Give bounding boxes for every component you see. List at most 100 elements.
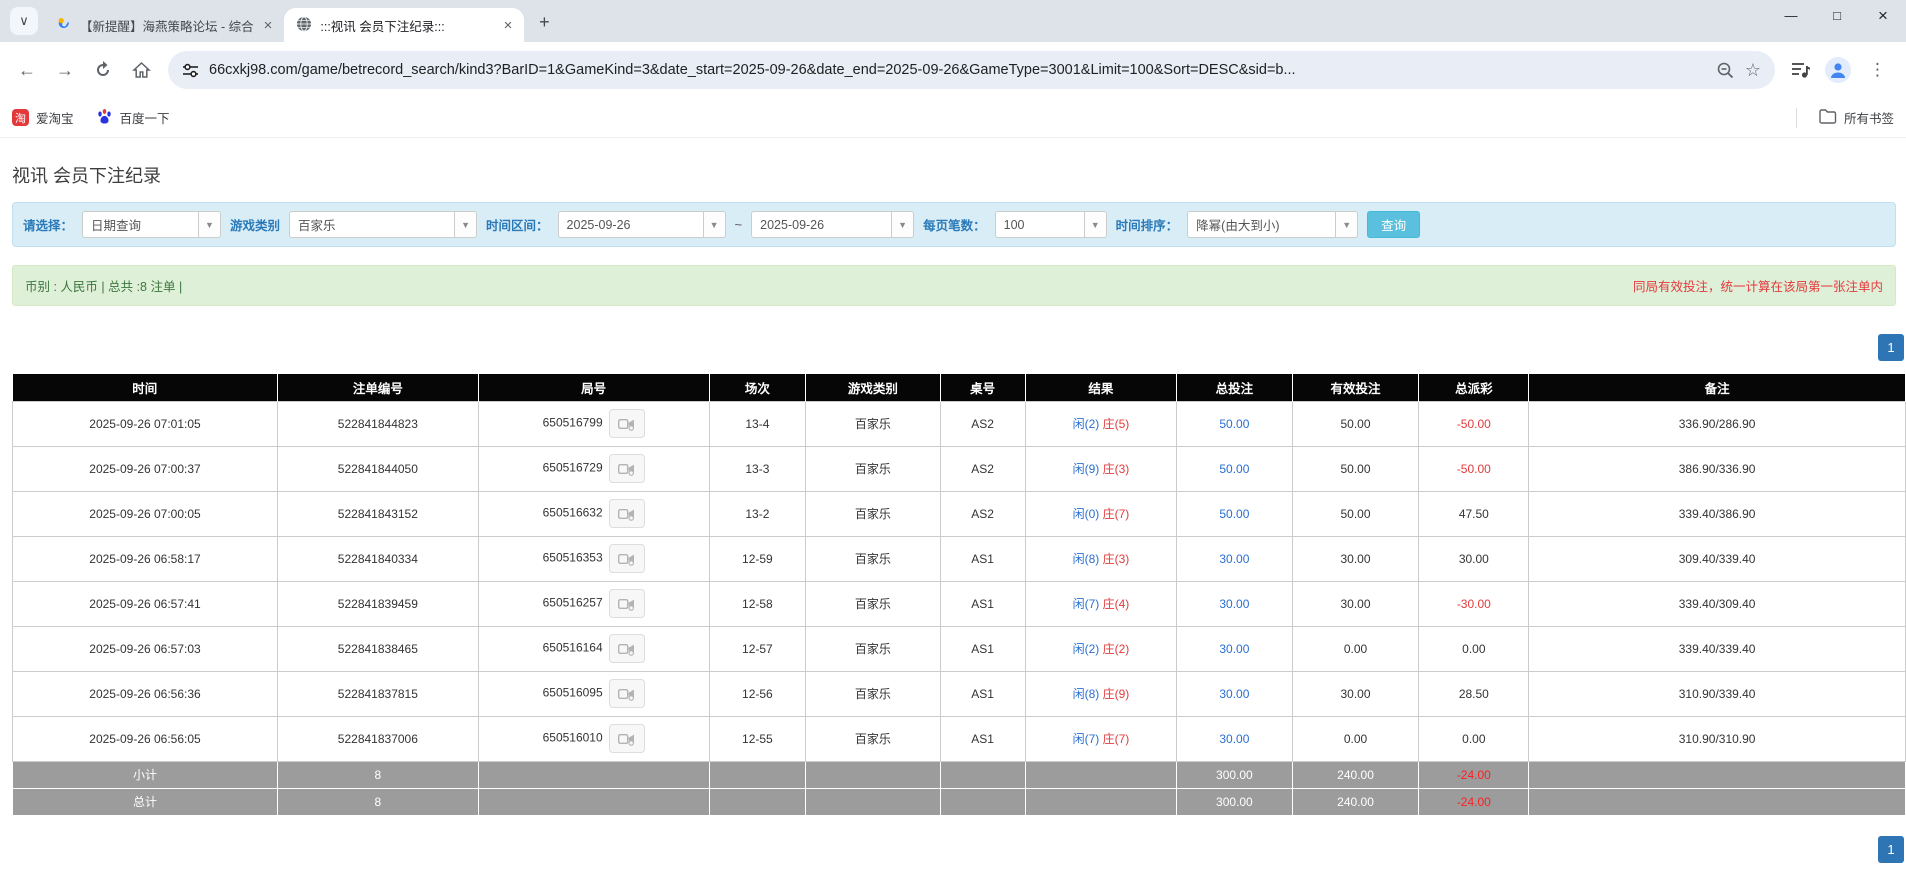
- cell-round-number: 650516257: [478, 581, 709, 626]
- bookmark-label: 百度一下: [120, 108, 170, 127]
- page-1-button[interactable]: 1: [1878, 334, 1904, 361]
- video-replay-button[interactable]: [609, 679, 645, 708]
- game-type-select[interactable]: 百家乐 ▼: [289, 211, 477, 238]
- cell-time: 2025-09-26 07:00:05: [13, 491, 278, 536]
- cell-payout: 47.50: [1419, 491, 1529, 536]
- url-bar[interactable]: 66cxkj98.com/game/betrecord_search/kind3…: [168, 51, 1775, 89]
- total-bet-link[interactable]: 30.00: [1219, 642, 1249, 656]
- date-start-select[interactable]: 2025-09-26 ▼: [558, 211, 726, 238]
- cell-time: 2025-09-26 06:57:41: [13, 581, 278, 626]
- cell-table-number: AS1: [940, 536, 1025, 581]
- cell-note: 309.40/339.40: [1529, 536, 1906, 581]
- bookmark-star-icon[interactable]: ☆: [1745, 60, 1761, 81]
- cell-bet-number: 522841838465: [278, 626, 479, 671]
- column-header-4: 场次: [709, 374, 806, 401]
- maximize-button[interactable]: □: [1814, 0, 1860, 34]
- video-replay-button[interactable]: [609, 634, 645, 663]
- total-bet-link[interactable]: 30.00: [1219, 687, 1249, 701]
- media-controls-icon[interactable]: [1791, 61, 1811, 79]
- sort-select[interactable]: 降幂(由大到小) ▼: [1187, 211, 1358, 238]
- page-size-label: 每页笔数：: [923, 215, 986, 234]
- subtotal-row: 小计8300.00240.00-24.00: [13, 761, 1906, 788]
- cell-total-bet: 30.00: [1177, 671, 1292, 716]
- table-header-row: 时间注单编号局号场次游戏类别桌号结果总投注有效投注总派彩备注: [13, 374, 1906, 401]
- tab-title: 【新提醒】海燕策略论坛 - 综合: [80, 16, 254, 35]
- total-bet-link[interactable]: 50.00: [1219, 462, 1249, 476]
- cell-session: 12-57: [709, 626, 806, 671]
- video-replay-button[interactable]: [609, 454, 645, 483]
- cell-table-number: AS1: [940, 716, 1025, 761]
- cell-note: 386.90/336.90: [1529, 446, 1906, 491]
- cell-result: 闲(7) 庄(7): [1025, 716, 1176, 761]
- total-bet-link[interactable]: 30.00: [1219, 597, 1249, 611]
- profile-avatar[interactable]: [1825, 57, 1851, 83]
- result-banker: 庄(5): [1103, 417, 1130, 431]
- browser-menu-icon[interactable]: ⋮: [1865, 60, 1890, 80]
- result-banker: 庄(7): [1103, 507, 1130, 521]
- home-button[interactable]: [124, 53, 158, 87]
- video-replay-button[interactable]: [609, 499, 645, 528]
- cell-result: 闲(2) 庄(2): [1025, 626, 1176, 671]
- cell-session: 13-2: [709, 491, 806, 536]
- video-replay-button[interactable]: [609, 409, 645, 438]
- tab-search-button[interactable]: ∨: [10, 7, 38, 35]
- globe-favicon-icon: [296, 16, 312, 35]
- date-end-select[interactable]: 2025-09-26 ▼: [751, 211, 914, 238]
- back-button[interactable]: ←: [10, 53, 44, 87]
- baidu-favicon-icon: [96, 108, 113, 128]
- cell-total-bet: 50.00: [1177, 401, 1292, 446]
- cell-valid-bet: 30.00: [1292, 536, 1419, 581]
- cell-result: 闲(2) 庄(5): [1025, 401, 1176, 446]
- cell-round-number: 650516632: [478, 491, 709, 536]
- reload-button[interactable]: [86, 53, 120, 87]
- table-row: 2025-09-26 07:01:05522841844823650516799…: [13, 401, 1906, 446]
- cell-total-bet: 30.00: [1177, 716, 1292, 761]
- new-tab-button[interactable]: +: [530, 8, 558, 36]
- tab-close-icon[interactable]: ×: [262, 17, 275, 34]
- total-bet-link[interactable]: 50.00: [1219, 417, 1249, 431]
- total-bet-link[interactable]: 30.00: [1219, 732, 1249, 746]
- table-row: 2025-09-26 06:57:41522841839459650516257…: [13, 581, 1906, 626]
- currency-summary: 币别 : 人民币 | 总共 :8 注单 |: [25, 276, 182, 295]
- result-banker: 庄(2): [1103, 642, 1130, 656]
- result-player: 闲(8): [1073, 552, 1100, 566]
- table-row: 2025-09-26 06:58:17522841840334650516353…: [13, 536, 1906, 581]
- cell-time: 2025-09-26 06:58:17: [13, 536, 278, 581]
- query-mode-select[interactable]: 日期查询 ▼: [82, 211, 221, 238]
- tab-bet-records[interactable]: :::视讯 会员下注纪录::: ×: [284, 8, 524, 42]
- forward-button[interactable]: →: [48, 53, 82, 87]
- video-replay-button[interactable]: [609, 544, 645, 573]
- tab-close-icon[interactable]: ×: [502, 17, 515, 34]
- page-1-button[interactable]: 1: [1878, 836, 1904, 863]
- cell-valid-bet: 50.00: [1292, 446, 1419, 491]
- bet-records-table: 时间注单编号局号场次游戏类别桌号结果总投注有效投注总派彩备注 2025-09-2…: [12, 374, 1906, 816]
- folder-icon: [1819, 109, 1837, 127]
- cell-payout: -50.00: [1419, 446, 1529, 491]
- filter-bar: 请选择： 日期查询 ▼ 游戏类别 百家乐 ▼ 时间区间： 2025-09-26 …: [12, 202, 1896, 247]
- total-bet-link[interactable]: 50.00: [1219, 507, 1249, 521]
- site-settings-icon[interactable]: [182, 62, 199, 79]
- video-replay-button[interactable]: [609, 724, 645, 753]
- bookmark-aitaobao[interactable]: 淘 爱淘宝: [12, 108, 74, 127]
- url-text[interactable]: 66cxkj98.com/game/betrecord_search/kind3…: [209, 62, 1706, 78]
- tab-strip: ∨ 【新提醒】海燕策略论坛 - 综合 × :::: [0, 0, 1906, 42]
- total-bet-link[interactable]: 30.00: [1219, 552, 1249, 566]
- chevron-down-icon: ▼: [198, 212, 220, 237]
- cell-bet-number: 522841844050: [278, 446, 479, 491]
- column-header-7: 结果: [1025, 374, 1176, 401]
- bookmark-baidu[interactable]: 百度一下: [96, 108, 170, 128]
- minimize-button[interactable]: —: [1768, 0, 1814, 34]
- zoom-out-icon[interactable]: [1716, 61, 1735, 80]
- cell-note: 339.40/386.90: [1529, 491, 1906, 536]
- search-button[interactable]: 查询: [1367, 211, 1420, 238]
- video-replay-button[interactable]: [609, 589, 645, 618]
- page-size-select[interactable]: 100 ▼: [995, 211, 1107, 238]
- result-player: 闲(7): [1073, 732, 1100, 746]
- cell-table-number: AS2: [940, 491, 1025, 536]
- tab-forum[interactable]: 【新提醒】海燕策略论坛 - 综合 ×: [44, 8, 284, 42]
- close-window-button[interactable]: ×: [1860, 0, 1906, 34]
- all-bookmarks-button[interactable]: 所有书签: [1819, 108, 1894, 127]
- cell-bet-number: 522841840334: [278, 536, 479, 581]
- result-banker: 庄(9): [1103, 687, 1130, 701]
- cell-bet-number: 522841844823: [278, 401, 479, 446]
